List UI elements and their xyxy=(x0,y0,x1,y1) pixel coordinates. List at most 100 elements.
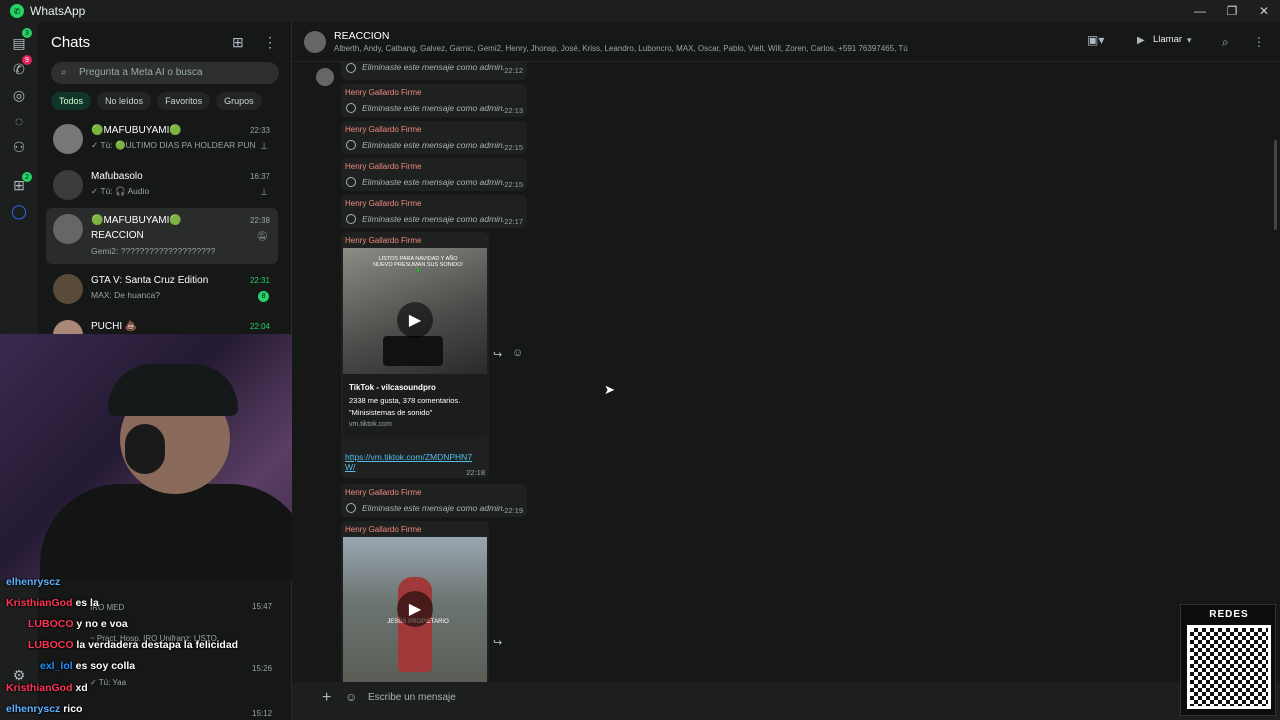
chat-header: REACCION Alberth, Andy, Catbang, Galvez,… xyxy=(292,22,1280,62)
profile-dropdown-icon[interactable]: ▣▾ xyxy=(1087,33,1104,47)
mouse-cursor-icon: ➤ xyxy=(604,382,615,397)
qr-code-icon xyxy=(1187,625,1271,709)
group-name[interactable]: REACCION xyxy=(334,30,389,42)
chat-name: Mafubasolo xyxy=(91,171,143,182)
chat-preview: MAX: De huanca? xyxy=(91,290,160,300)
stream-chat-line: elhenryscz rico xyxy=(6,703,83,715)
stream-chat-overlay: elhenryscz KristhianGod es la LUBOCO y n… xyxy=(0,576,290,720)
chat-list-item[interactable]: Mafubasolo ✓ Tú: 🎧 Audio 16:37 ⊥ xyxy=(46,164,278,210)
group-members: Alberth, Andy, Catbang, Galvez, Garnic, … xyxy=(334,44,908,53)
scrollbar[interactable] xyxy=(1274,140,1277,230)
restore-icon[interactable]: ❐ xyxy=(1216,0,1248,22)
video-message[interactable]: Henry Gallardo Firme LISTOS PARA NAVIDAD… xyxy=(341,232,489,478)
tiktok-link[interactable]: https://vm.tiktok.com/ZMDNPHN7W/ xyxy=(345,452,477,472)
chat-time: 22:04 xyxy=(249,322,270,331)
deleted-message[interactable]: Henry Gallardo Firme Eliminaste este men… xyxy=(341,121,527,154)
webcam-overlay xyxy=(0,334,324,580)
filter-tabs: Todos No leídos Favoritos Grupos xyxy=(51,92,262,110)
avatar xyxy=(53,124,83,154)
channels-icon[interactable]: ◌ xyxy=(10,112,28,130)
deleted-icon xyxy=(346,140,356,150)
filter-todos[interactable]: Todos xyxy=(51,92,92,110)
play-icon[interactable]: ▶ xyxy=(397,591,433,627)
filter-no-leidos[interactable]: No leídos xyxy=(97,92,152,110)
qr-label: REDES xyxy=(1209,609,1249,620)
stream-chat-line: LUBOCO la verdadera destapa la felicidad xyxy=(28,639,239,651)
window-controls: — ❐ ✕ xyxy=(1184,0,1280,22)
message-input[interactable]: Escribe un mensaje xyxy=(368,692,456,703)
chats-badge: 3 xyxy=(22,28,32,38)
pin-icon: ⊥ xyxy=(260,187,268,197)
deleted-icon xyxy=(346,503,356,513)
headphones-icon xyxy=(125,424,165,474)
deleted-message[interactable]: Henry Gallardo Firme Eliminaste este men… xyxy=(341,195,527,228)
stream-chat-line: KristhianGod xd xyxy=(6,682,88,694)
communities-badge: 2 xyxy=(22,172,32,182)
chat-preview: ✓ Tú: 🎧 Audio xyxy=(91,186,150,196)
qr-overlay: REDES xyxy=(1180,604,1276,716)
pin-icon: ⊥ xyxy=(260,141,268,151)
stream-chat-line: LUBOCO y no e voa xyxy=(28,618,128,630)
video-thumbnail[interactable]: LISTOS PARA NAVIDAD Y AÑO NUEVO PRESUMAN… xyxy=(343,248,487,374)
deleted-message[interactable]: Henry Gallardo Firme Eliminaste este men… xyxy=(341,84,527,117)
unread-badge: 8 xyxy=(258,291,269,302)
communities-icon[interactable]: ⚇ xyxy=(10,138,28,156)
message-area: Eliminaste este mensaje como admin. 22:1… xyxy=(292,62,1280,682)
avatar xyxy=(53,170,83,200)
video-call-icon[interactable]: ▶ xyxy=(1137,35,1145,46)
search-placeholder: Pregunta a Meta AI o busca xyxy=(79,67,203,78)
search-icon: ⌕ xyxy=(61,67,67,78)
chat-time: 22:31 xyxy=(249,276,270,285)
calls-badge: 9 xyxy=(22,55,32,65)
deleted-message[interactable]: Henry Gallardo Firme Eliminaste este men… xyxy=(341,158,527,191)
filter-favoritos[interactable]: Favoritos xyxy=(157,92,211,110)
search-icon[interactable]: ⌕ xyxy=(1222,35,1229,50)
deleted-icon xyxy=(346,177,356,187)
stream-chat-line: KristhianGod es la xyxy=(6,597,99,609)
speaker-shape xyxy=(383,336,443,366)
video-message[interactable]: Henry Gallardo Firme JESÚS PROPIETARIO ▶ xyxy=(341,521,489,682)
emoji-react-icon[interactable]: ☺ xyxy=(512,347,523,359)
streamer-body xyxy=(40,484,310,580)
chevron-down-icon[interactable]: ▾ xyxy=(1187,35,1192,46)
group-avatar[interactable] xyxy=(304,31,326,53)
video-thumbnail[interactable]: JESÚS PROPIETARIO ▶ xyxy=(343,537,487,682)
stream-chat-line: elhenryscz xyxy=(6,576,61,588)
video-overlay-text: LISTOS PARA NAVIDAD Y AÑO NUEVO PRESUMAN… xyxy=(373,256,463,274)
link-preview[interactable]: TikTok - vilcasoundpro 2338 me gusta, 37… xyxy=(343,374,487,438)
chat-name: GTA V: Santa Cruz Edition xyxy=(91,275,209,286)
forward-icon[interactable]: ↪ xyxy=(493,348,502,361)
sticker-icon[interactable]: ☺ xyxy=(345,690,357,704)
menu-kebab-icon[interactable]: ⋮ xyxy=(1253,35,1265,49)
chat-list-item[interactable]: 🟢MAFUBUYAMI🟢 ✓ Tú: 🟢ULTIMO DIAS PA HOLDE… xyxy=(46,118,278,164)
chat-name: 🟢MAFUBUYAMI🟢 xyxy=(91,215,182,226)
message-composer: + ☺ Escribe un mensaje xyxy=(292,682,1280,720)
close-icon[interactable]: ✕ xyxy=(1248,0,1280,22)
status-icon[interactable]: ◎ xyxy=(10,86,28,104)
avatar xyxy=(53,214,83,244)
filter-grupos[interactable]: Grupos xyxy=(216,92,262,110)
chat-time: 22:38 xyxy=(249,216,270,225)
chat-time: 16:37 xyxy=(249,172,270,181)
forward-icon[interactable]: ↪ xyxy=(493,636,502,649)
whatsapp-logo-icon: ✆ xyxy=(10,4,24,18)
call-button[interactable]: Llamar xyxy=(1153,34,1182,45)
search-input[interactable]: ⌕ Pregunta a Meta AI o busca xyxy=(51,62,279,84)
meta-ai-icon[interactable]: ◯ xyxy=(10,202,28,220)
chat-list-item-active[interactable]: 🟢MAFUBUYAMI🟢 REACCION Gemi2: ???????????… xyxy=(46,208,278,264)
deleted-message[interactable]: Eliminaste este mensaje como admin. 22:1… xyxy=(341,62,527,80)
streamer-cap xyxy=(108,364,238,416)
chat-list-item[interactable]: GTA V: Santa Cruz Edition MAX: De huanca… xyxy=(46,268,278,314)
deleted-icon xyxy=(346,214,356,224)
sender-avatar xyxy=(316,68,334,86)
chat-time: 22:33 xyxy=(249,126,270,135)
attach-plus-icon[interactable]: + xyxy=(322,689,331,707)
new-chat-icon[interactable]: ⊞ xyxy=(232,34,244,51)
chat-preview: Gemi2: ???????????????????? xyxy=(91,246,216,256)
deleted-message[interactable]: Henry Gallardo Firme Eliminaste este men… xyxy=(341,484,527,517)
sidebar-title: Chats xyxy=(51,34,91,51)
menu-kebab-icon[interactable]: ⋮ xyxy=(263,34,277,51)
chat-subname: REACCION xyxy=(91,230,144,241)
minimize-icon[interactable]: — xyxy=(1184,0,1216,22)
play-icon[interactable]: ▶ xyxy=(397,302,433,338)
